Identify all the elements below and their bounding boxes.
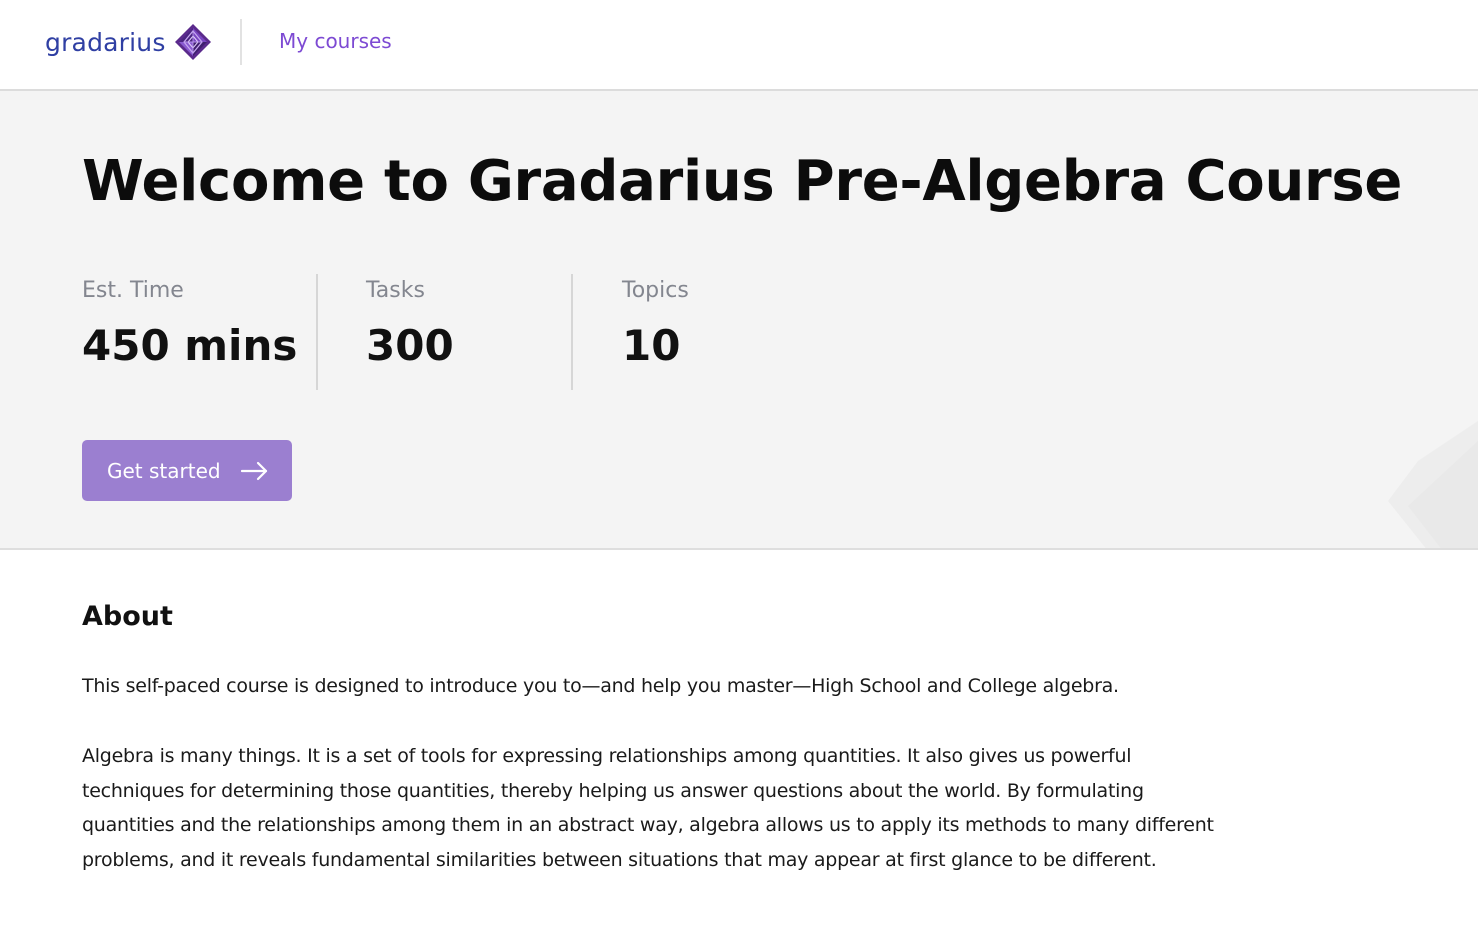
decorative-corner-shape xyxy=(1388,421,1478,548)
stat-tasks: Tasks 300 xyxy=(366,274,454,390)
stat-label: Est. Time xyxy=(82,278,184,303)
arrow-right-icon xyxy=(240,461,267,480)
about-paragraph: This self-paced course is designed to in… xyxy=(82,675,1119,697)
top-navigation-bar: gradarius My courses xyxy=(0,0,1478,91)
stat-value: 450 mins xyxy=(82,321,298,370)
stat-label: Topics xyxy=(622,278,689,303)
my-courses-link[interactable]: My courses xyxy=(279,29,392,53)
stat-value: 10 xyxy=(622,321,681,370)
stat-label: Tasks xyxy=(366,278,425,303)
about-paragraph: Algebra is many things. It is a set of t… xyxy=(82,745,1214,871)
stat-divider xyxy=(316,274,318,390)
gradarius-logo[interactable]: gradarius xyxy=(45,22,213,62)
gradarius-logo-icon xyxy=(174,24,211,60)
stat-est-time: Est. Time 450 mins xyxy=(82,274,297,390)
course-hero: Welcome to Gradarius Pre-Algebra Course … xyxy=(0,91,1478,550)
nav-divider xyxy=(240,19,242,65)
stat-value: 300 xyxy=(366,321,454,370)
get-started-button[interactable]: Get started xyxy=(82,440,292,501)
stat-topics: Topics 10 xyxy=(622,274,689,390)
stat-divider xyxy=(571,274,573,390)
logo-text: gradarius xyxy=(45,27,166,57)
about-heading: About xyxy=(82,601,173,632)
get-started-label: Get started xyxy=(107,458,221,483)
page-title: Welcome to Gradarius Pre-Algebra Course xyxy=(82,149,1403,214)
